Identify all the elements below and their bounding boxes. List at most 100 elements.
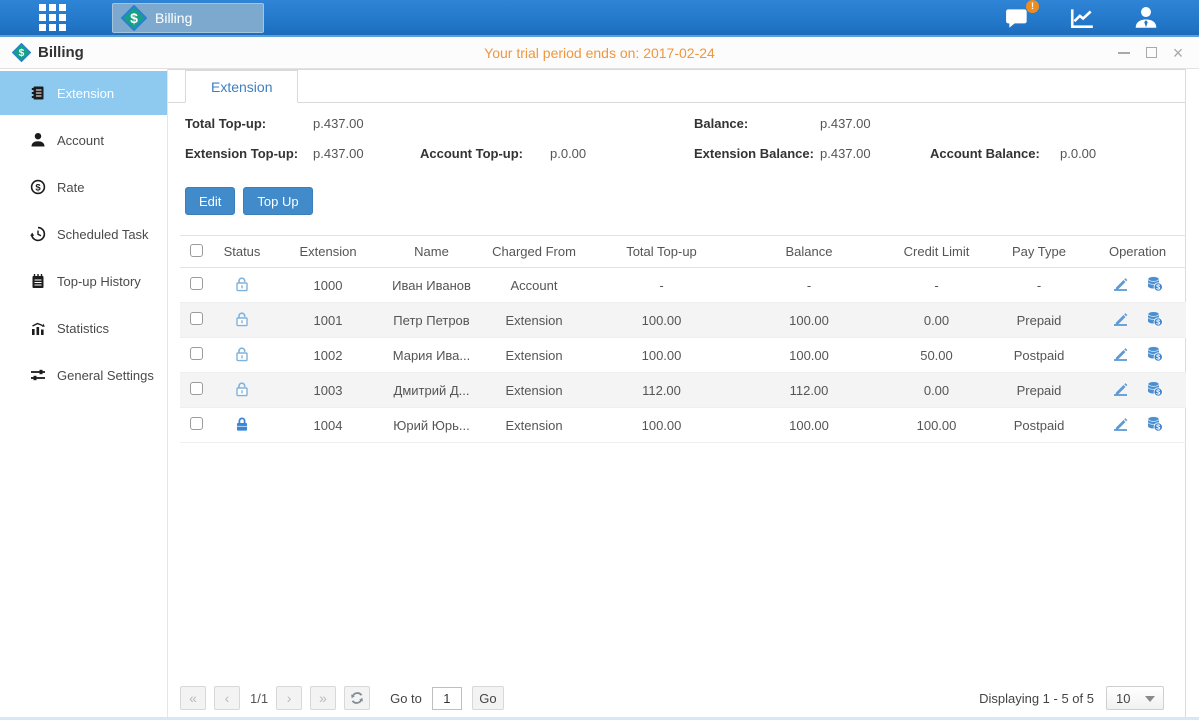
total-topup-value: p.437.00 [313,116,420,131]
row-edit-button[interactable] [1112,345,1129,365]
row-topup-button[interactable] [1146,345,1163,365]
sidebar-item-label: Rate [57,180,84,195]
pay-type-cell: Prepaid [989,303,1089,338]
row-topup-button[interactable] [1146,275,1163,295]
extension-topup-value: p.437.00 [313,146,420,161]
credit-limit-cell: 50.00 [884,338,989,373]
go-button[interactable]: Go [472,686,504,710]
status-cell [212,303,272,338]
lock-open-icon [234,311,250,327]
sidebar: Extension Account $ Rate [0,69,168,717]
name-cell: Иван Иванов [384,268,479,303]
status-cell [212,338,272,373]
account-icon [30,132,46,148]
balance-value: p.437.00 [820,116,1185,131]
row-checkbox[interactable] [190,277,203,290]
operation-cell [1089,373,1186,408]
general-settings-icon [30,367,46,383]
notifications-button[interactable]: ! [1005,6,1031,30]
table-row: 1002 Мария Ива... Extension 100.00 100.0… [180,338,1186,373]
minimize-button[interactable] [1117,46,1131,60]
account-topup-label: Account Top-up: [420,146,550,161]
row-topup-button[interactable] [1146,415,1163,435]
sidebar-item-extension[interactable]: Extension [0,71,167,115]
page-size-select[interactable]: 10 [1106,686,1164,710]
sidebar-item-topup-history[interactable]: Top-up History [0,259,167,303]
sidebar-item-label: Top-up History [57,274,141,289]
taskbar-tab-label: Billing [155,10,192,26]
topup-history-icon [30,273,46,289]
trial-notice: Your trial period ends on: 2017-02-24 [0,45,1199,61]
sidebar-item-scheduled-task[interactable]: Scheduled Task [0,212,167,256]
reports-button[interactable] [1069,6,1095,30]
maximize-button[interactable] [1144,46,1158,60]
next-page-button[interactable]: › [276,686,302,710]
extension-cell: 1003 [272,373,384,408]
taskbar-billing-tab[interactable]: Billing [112,3,264,33]
sidebar-item-general-settings[interactable]: General Settings [0,353,167,397]
row-checkbox[interactable] [190,417,203,430]
displaying-status: Displaying 1 - 5 of 5 [979,691,1094,706]
refresh-button[interactable] [344,686,370,710]
charged-from-cell: Extension [479,408,589,443]
row-checkbox[interactable] [190,347,203,360]
pagination-bar: « ‹ 1/1 › » Go to Go Displaying [180,685,1164,711]
topup-icon [1146,345,1163,362]
select-all-checkbox[interactable] [190,244,203,257]
statistics-icon [30,320,46,336]
topup-button[interactable]: Top Up [243,187,312,215]
sidebar-item-label: Account [57,133,104,148]
row-edit-button[interactable] [1112,380,1129,400]
first-page-button[interactable]: « [180,686,206,710]
total-topup-cell: - [589,268,734,303]
sidebar-item-statistics[interactable]: Statistics [0,306,167,350]
sidebar-item-rate[interactable]: $ Rate [0,165,167,209]
col-name: Name [384,236,479,268]
edit-button[interactable]: Edit [185,187,235,215]
topup-icon [1146,380,1163,397]
minimize-icon [1118,52,1130,54]
topbar-actions: ! [1005,0,1159,35]
toolbar: Edit Top Up [185,187,1185,215]
user-button[interactable] [1133,5,1159,31]
prev-page-button[interactable]: ‹ [214,686,240,710]
col-status: Status [212,236,272,268]
rate-icon: $ [30,179,46,195]
row-checkbox[interactable] [190,382,203,395]
topup-icon [1146,415,1163,432]
tab-extension[interactable]: Extension [185,70,298,103]
name-cell: Петр Петров [384,303,479,338]
app-launcher-button[interactable] [22,0,82,35]
extension-cell: 1001 [272,303,384,338]
row-edit-button[interactable] [1112,275,1129,295]
table-header-row: Status Extension Name Charged From Total… [180,236,1186,268]
pay-type-cell: Postpaid [989,408,1089,443]
sidebar-item-label: Statistics [57,321,109,336]
charged-from-cell: Extension [479,373,589,408]
row-topup-button[interactable] [1146,380,1163,400]
page-indicator: 1/1 [250,691,268,706]
row-checkbox[interactable] [190,312,203,325]
edit-icon [1112,380,1129,397]
goto-page-input[interactable] [432,687,462,710]
sidebar-item-account[interactable]: Account [0,118,167,162]
row-edit-button[interactable] [1112,415,1129,435]
maximize-icon [1146,47,1157,58]
name-cell: Дмитрий Д... [384,373,479,408]
billing-window-icon [12,43,31,62]
row-edit-button[interactable] [1112,310,1129,330]
row-topup-button[interactable] [1146,310,1163,330]
charged-from-cell: Extension [479,303,589,338]
close-button[interactable]: × [1171,46,1185,60]
account-topup-value: p.0.00 [550,146,694,161]
balance-cell: 112.00 [734,373,884,408]
col-pay-type: Pay Type [989,236,1089,268]
extension-balance-value: p.437.00 [820,146,930,161]
sidebar-item-label: General Settings [57,368,154,383]
last-page-button[interactable]: » [310,686,336,710]
goto-label: Go to [390,691,422,706]
col-credit-limit: Credit Limit [884,236,989,268]
balance-cell: - [734,268,884,303]
extension-cell: 1000 [272,268,384,303]
account-balance-label: Account Balance: [930,146,1060,161]
